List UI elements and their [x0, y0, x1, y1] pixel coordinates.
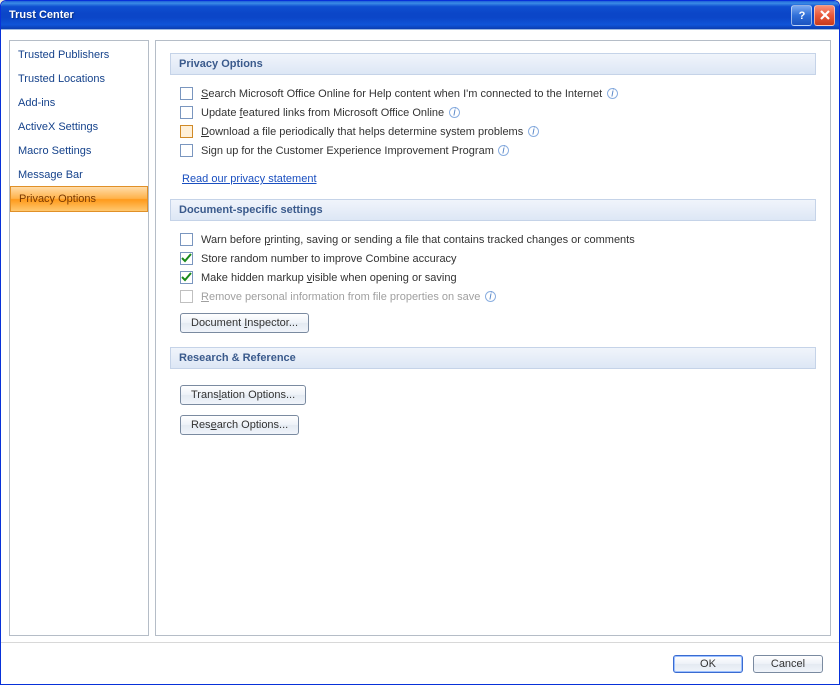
close-button[interactable]	[814, 5, 835, 26]
checkbox-label: Sign up for the Customer Experience Impr…	[201, 145, 494, 157]
checkbox-icon	[180, 106, 193, 119]
sidebar-item-macro-settings[interactable]: Macro Settings	[10, 139, 148, 163]
sidebar-item-privacy-options[interactable]: Privacy Options	[10, 186, 148, 212]
checkbox-label: Make hidden markup visible when opening …	[201, 272, 457, 284]
info-icon[interactable]: i	[448, 107, 460, 119]
checkbox-label: Search Microsoft Office Online for Help …	[201, 88, 602, 100]
window-title: Trust Center	[9, 9, 74, 21]
sidebar-item-activex-settings[interactable]: ActiveX Settings	[10, 115, 148, 139]
checkbox-search-online[interactable]: Search Microsoft Office Online for Help …	[170, 85, 816, 104]
checkbox-icon	[180, 87, 193, 100]
sidebar-item-message-bar[interactable]: Message Bar	[10, 163, 148, 187]
checkbox-label: Remove personal information from file pr…	[201, 291, 480, 303]
checkbox-download-periodically[interactable]: Download a file periodically that helps …	[170, 123, 816, 142]
privacy-statement-link[interactable]: Read our privacy statement	[182, 173, 317, 185]
research-options-button[interactable]: Research Options...	[180, 415, 299, 435]
checkbox-label: Warn before printing, saving or sending …	[201, 234, 635, 246]
document-inspector-button[interactable]: Document Inspector...	[180, 313, 309, 333]
checkbox-icon	[180, 233, 193, 246]
svg-text:i: i	[611, 88, 614, 99]
section-header-doc: Document-specific settings	[170, 199, 816, 221]
trust-center-dialog: Trust Center ? Trusted Publishers Truste…	[0, 0, 840, 685]
checkbox-icon	[180, 125, 193, 138]
checkbox-remove-personal: Remove personal information from file pr…	[170, 288, 816, 307]
checkbox-store-random[interactable]: Store random number to improve Combine a…	[170, 250, 816, 269]
sidebar-item-trusted-locations[interactable]: Trusted Locations	[10, 67, 148, 91]
sidebar-item-trusted-publishers[interactable]: Trusted Publishers	[10, 43, 148, 67]
checkbox-label: Download a file periodically that helps …	[201, 126, 523, 138]
checkbox-icon	[180, 252, 193, 265]
checkbox-warn-print[interactable]: Warn before printing, saving or sending …	[170, 231, 816, 250]
sidebar: Trusted Publishers Trusted Locations Add…	[9, 40, 149, 636]
checkbox-hidden-markup[interactable]: Make hidden markup visible when opening …	[170, 269, 816, 288]
section-header-research: Research & Reference	[170, 347, 816, 369]
checkbox-ceip[interactable]: Sign up for the Customer Experience Impr…	[170, 142, 816, 161]
cancel-button[interactable]: Cancel	[753, 655, 823, 673]
svg-text:i: i	[532, 126, 535, 137]
info-icon[interactable]: i	[498, 145, 510, 157]
checkbox-update-featured[interactable]: Update featured links from Microsoft Off…	[170, 104, 816, 123]
checkbox-label: Update featured links from Microsoft Off…	[201, 107, 444, 119]
checkbox-icon	[180, 290, 193, 303]
client-area: Trusted Publishers Trusted Locations Add…	[1, 29, 839, 684]
section-header-privacy: Privacy Options	[170, 53, 816, 75]
svg-text:i: i	[489, 291, 492, 302]
info-icon[interactable]: i	[527, 126, 539, 138]
svg-text:?: ?	[798, 10, 805, 21]
svg-text:i: i	[453, 107, 456, 118]
sidebar-item-add-ins[interactable]: Add-ins	[10, 91, 148, 115]
ok-button[interactable]: OK	[673, 655, 743, 673]
svg-text:i: i	[503, 145, 506, 156]
checkbox-label: Store random number to improve Combine a…	[201, 253, 457, 265]
titlebar: Trust Center ?	[1, 1, 839, 29]
dialog-footer: OK Cancel	[1, 642, 839, 678]
info-icon[interactable]: i	[606, 88, 618, 100]
checkbox-icon	[180, 271, 193, 284]
info-icon[interactable]: i	[484, 291, 496, 303]
translation-options-button[interactable]: Translation Options...	[180, 385, 306, 405]
checkbox-icon	[180, 144, 193, 157]
content-pane: Privacy Options Search Microsoft Office …	[155, 40, 831, 636]
help-button[interactable]: ?	[791, 5, 812, 26]
